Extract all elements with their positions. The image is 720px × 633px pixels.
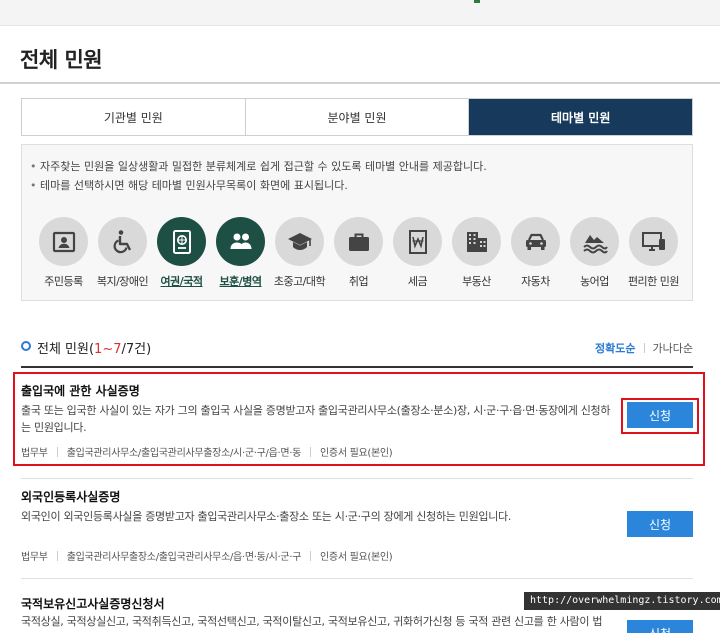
theme-label: 초중고/대학 xyxy=(273,275,326,288)
title-divider xyxy=(0,82,720,84)
highlight-button-box xyxy=(621,398,699,434)
wheelchair-icon xyxy=(98,217,147,266)
item-description: 국적상실, 국적상실신고, 국적취득신고, 국적선택신고, 국적이탈신고, 국적… xyxy=(21,615,603,628)
theme-label: 자동차 xyxy=(521,275,550,288)
notice-line: 테마를 선택하시면 해당 테마별 민원사무목록이 화면에 표시됩니다. xyxy=(30,176,487,195)
item-title-link[interactable]: 국적보유신고사실증명신청서 xyxy=(21,595,165,612)
theme-veterans[interactable]: 보훈/병역 xyxy=(211,217,270,289)
list-divider xyxy=(21,366,693,368)
theme-agriculture-fishery[interactable]: 농어업 xyxy=(565,217,624,289)
passport-icon xyxy=(157,217,206,266)
graduation-cap-icon xyxy=(275,217,324,266)
watermark: http://overwhelmingz.tistory.com xyxy=(524,592,720,610)
list-range: 1~7 xyxy=(94,342,122,357)
theme-resident-registration[interactable]: 주민등록 xyxy=(34,217,93,289)
top-bar-indicator xyxy=(474,0,480,3)
item-ministry: 법무부 xyxy=(21,552,48,563)
sort-options: 정확도순 가나다순 xyxy=(595,340,693,356)
sort-accuracy-link[interactable]: 정확도순 xyxy=(595,340,635,356)
theme-real-estate[interactable]: 부동산 xyxy=(447,217,506,289)
theme-tax[interactable]: 세금 xyxy=(388,217,447,289)
theme-label: 복지/장애인 xyxy=(96,275,149,288)
car-icon xyxy=(511,217,560,266)
item-office: 출입국관리사무출장소/출입국관리사무소/읍·면·동/시·군·구 xyxy=(66,552,302,563)
meta-divider xyxy=(56,550,58,561)
theme-automobile[interactable]: 자동차 xyxy=(506,217,565,289)
theme-notice: 자주찾는 민원을 일상생활과 밀접한 분류체계로 쉽게 접근할 수 있도록 테마… xyxy=(30,157,487,195)
tab-field[interactable]: 분야별 민원 xyxy=(244,99,469,135)
theme-passport[interactable]: 여권/국적 xyxy=(152,217,211,289)
notice-line: 자주찾는 민원을 일상생활과 밀접한 분류체계로 쉽게 접근할 수 있도록 테마… xyxy=(30,157,487,176)
tab-agency[interactable]: 기관별 민원 xyxy=(22,99,245,135)
sort-divider xyxy=(643,343,645,353)
item-title-link[interactable]: 외국인등록사실증명 xyxy=(21,488,120,505)
won-tax-icon xyxy=(393,217,442,266)
theme-label: 농어업 xyxy=(580,275,609,288)
theme-panel: 자주찾는 민원을 일상생활과 밀접한 분류체계로 쉽게 접근할 수 있도록 테마… xyxy=(21,144,693,301)
list-item: 외국인등록사실증명 외국인이 외국인등록사실을 증명받고자 출입국관리사무소·출… xyxy=(12,478,704,576)
building-icon xyxy=(452,217,501,266)
item-description: 외국인이 외국인등록사실을 증명받고자 출입국관리사무소·출장소 또는 시·군·… xyxy=(21,510,512,523)
monitor-icon xyxy=(629,217,678,266)
theme-icon-list: 주민등록 복지/장애인 여권/국적 보훈/병역 초중고/대학 취업 세금 부동산… xyxy=(34,217,684,289)
id-card-icon xyxy=(39,217,88,266)
page-title: 전체 민원 xyxy=(20,48,103,72)
tab-theme[interactable]: 테마별 민원 xyxy=(468,99,693,135)
list-total: /7건) xyxy=(121,342,152,357)
item-auth: 인증서 필요(본인) xyxy=(320,552,393,563)
theme-employment[interactable]: 취업 xyxy=(329,217,388,289)
theme-label: 보훈/병역 xyxy=(219,275,263,288)
theme-welfare[interactable]: 복지/장애인 xyxy=(93,217,152,289)
theme-school[interactable]: 초중고/대학 xyxy=(270,217,329,289)
list-header: 전체 민원(1~7/7건) 정확도순 가나다순 xyxy=(21,338,693,358)
apply-button[interactable]: 신청 xyxy=(627,620,693,633)
theme-label: 부동산 xyxy=(462,275,491,288)
theme-convenient[interactable]: 편리한 민원 xyxy=(624,217,683,289)
circle-bullet-icon xyxy=(21,341,31,351)
list-title-text: 전체 민원( xyxy=(37,342,95,357)
item-divider xyxy=(21,478,693,479)
apply-button[interactable]: 신청 xyxy=(627,511,693,537)
wave-icon xyxy=(570,217,619,266)
highlight-box xyxy=(13,372,705,466)
category-tabs: 기관별 민원 분야별 민원 테마별 민원 xyxy=(21,98,693,136)
people-icon xyxy=(216,217,265,266)
theme-label: 취업 xyxy=(348,275,369,288)
top-bar xyxy=(0,0,720,26)
sort-alphabetical-link[interactable]: 가나다순 xyxy=(653,340,693,356)
theme-label: 세금 xyxy=(407,275,428,288)
item-divider xyxy=(21,578,693,579)
list-count: 전체 민원(1~7/7건) xyxy=(37,338,151,357)
theme-label: 편리한 민원 xyxy=(627,275,680,288)
meta-divider xyxy=(310,550,312,561)
theme-label: 여권/국적 xyxy=(160,275,204,288)
item-meta: 법무부 출입국관리사무출장소/출입국관리사무소/읍·면·동/시·군·구 인증서 … xyxy=(21,548,393,563)
theme-label: 주민등록 xyxy=(44,275,83,288)
briefcase-icon xyxy=(334,217,383,266)
